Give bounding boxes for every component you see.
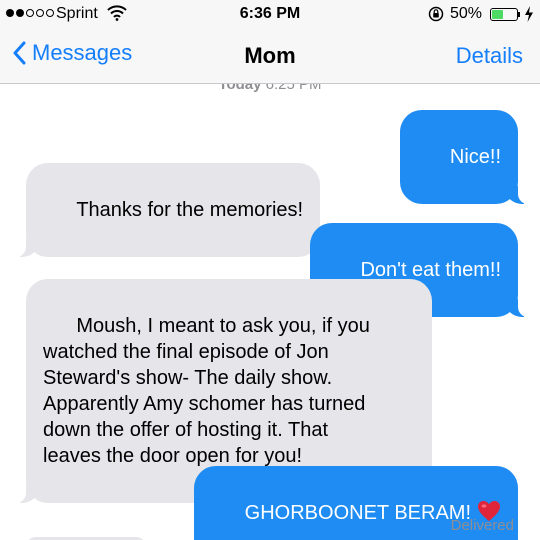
message-text: GHORBOONET BERAM!	[244, 502, 471, 524]
timestamp-time: 6:25 PM	[265, 84, 322, 93]
details-button[interactable]: Details	[456, 43, 523, 69]
battery-icon	[490, 8, 518, 21]
message-thread[interactable]: Today 6:25 PM Nice!! Thanks for the memo…	[0, 84, 540, 540]
timestamp-day: Today	[218, 84, 262, 93]
message-text: Don't eat them!!	[360, 259, 501, 281]
back-button-label: Messages	[32, 40, 133, 65]
message-text: Nice!!	[449, 146, 501, 168]
message-timestamp: Today 6:25 PM	[0, 84, 540, 93]
rotation-lock-icon	[428, 5, 444, 28]
battery-level-fill	[492, 10, 503, 19]
navigation-bar: Messages Mom Details	[0, 30, 540, 84]
charging-bolt-icon	[524, 6, 534, 27]
delivered-status: Delivered	[450, 517, 514, 534]
battery-nub	[518, 12, 520, 17]
outgoing-message-bubble[interactable]: Nice!!	[399, 110, 531, 204]
message-text: Thanks for the memories!	[76, 199, 304, 221]
status-bar: Sprint 6:36 PM 50%	[0, 0, 540, 30]
chevron-left-icon	[13, 41, 26, 65]
battery-percent: 50%	[450, 5, 483, 22]
message-text: Moush, I meant to ask you, if you watche…	[43, 315, 370, 467]
back-to-messages-button[interactable]: Messages	[12, 40, 132, 66]
messages-screen: Sprint 6:36 PM 50% Messages Mom Details …	[0, 0, 540, 540]
incoming-message-bubble[interactable]: Thanks for the memories!	[13, 163, 321, 257]
